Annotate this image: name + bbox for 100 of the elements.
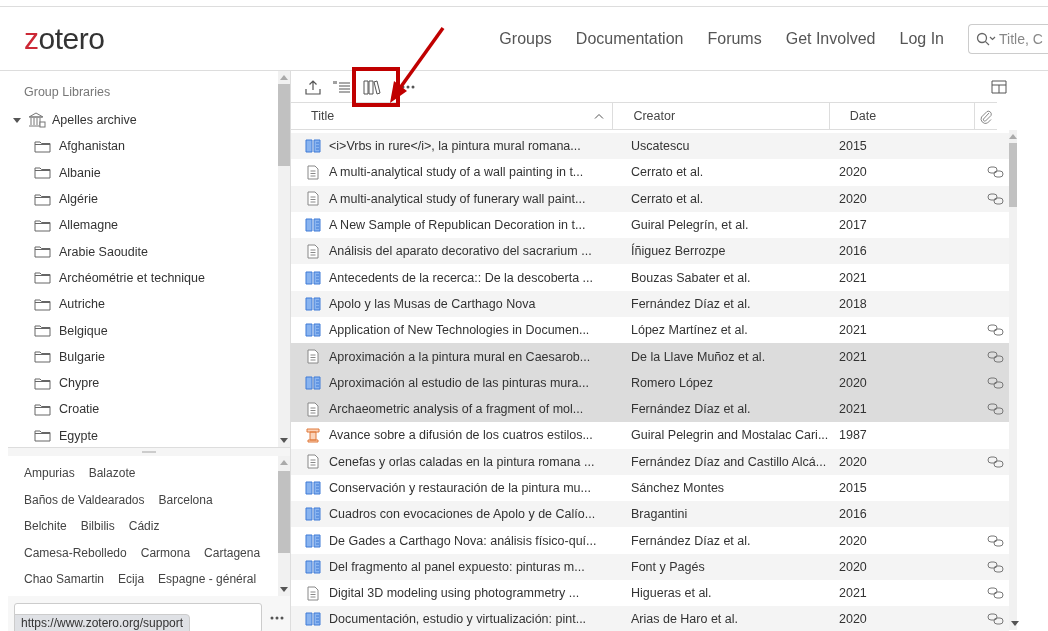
date-cell-text: 2020 <box>839 454 868 469</box>
scrollbar-thumb[interactable] <box>1009 143 1017 207</box>
item-row[interactable]: Archaeometric analysis of a fragment of mol... Fernández Díaz et al. 2021 <box>291 395 1009 423</box>
item-row[interactable]: Digital 3D modeling using photogrammetry ... Higueras et al. 2021 <box>291 580 1009 607</box>
resize-handle[interactable] <box>8 447 290 456</box>
search-field[interactable]: Title, C <box>968 23 1048 54</box>
creator-cell-text: Bragantini <box>630 507 689 522</box>
link-icon <box>987 192 1004 205</box>
library-books-icon[interactable] <box>363 78 381 95</box>
folder-icon <box>34 324 51 337</box>
folder-icon <box>34 192 51 206</box>
tag[interactable]: Cádiz <box>128 519 160 534</box>
collection-item[interactable]: Bulgarie <box>8 343 278 370</box>
tag[interactable]: Cartagena <box>204 545 261 560</box>
collection-item[interactable]: Arabie Saoudite <box>8 238 278 265</box>
tag[interactable]: Carmona <box>140 545 191 560</box>
collection-item[interactable]: Albanie <box>8 159 278 186</box>
creator-cell-text: Arias de Haro et al. <box>630 612 739 627</box>
scroll-down-icon[interactable] <box>280 438 288 443</box>
citation-list-icon[interactable] <box>333 78 351 95</box>
item-row[interactable]: A multi-analytical study of a wall painting in t... Cerrato et al. 2020 <box>291 159 1009 186</box>
item-row[interactable]: Cenefas y orlas caladas en la pintura romana ... Fernández Díaz and Castillo Alcá... 2020 <box>291 448 1009 475</box>
tag[interactable]: Ecija <box>118 572 145 587</box>
date-cell-text: 2021 <box>839 323 868 338</box>
tag[interactable]: Ampurias <box>24 466 75 481</box>
item-row[interactable]: Documentación, estudio y virtualización: pint... Arias de Haro et al. 2020 <box>291 606 1009 631</box>
date-cell-text: 2021 <box>839 402 868 417</box>
tag[interactable]: Camesa-Rebolledo <box>24 545 127 560</box>
book-icon <box>305 323 321 338</box>
folder-icon <box>34 429 51 443</box>
scrollbar-thumb[interactable] <box>278 84 290 166</box>
column-header[interactable]: Date <box>829 103 976 129</box>
link-icon <box>987 350 1004 363</box>
tag[interactable]: Belchite <box>24 519 67 534</box>
item-row[interactable]: A New Sample of Republican Decoration in t... Guiral Pelegrín, et al. 2017 <box>291 211 1009 239</box>
title-cell: Digital 3D modeling using photogrammetry ... <box>329 586 580 601</box>
document-icon <box>307 191 319 207</box>
item-row[interactable]: Antecedents de la recerca:: De la descoberta ... Bouzas Sabater et al. 2021 <box>291 264 1009 291</box>
library-item[interactable]: Apelles archive <box>8 107 278 134</box>
item-row[interactable]: De Gades a Carthago Nova: análisis físico-quí... Fernández Díaz et al. 2020 <box>291 527 1009 554</box>
column-header[interactable]: Title <box>291 103 614 129</box>
item-row[interactable]: Análisis del aparato decorativo del sacrarium ... Íñiguez Berrozpe 2016 <box>291 238 1009 265</box>
title-cell: Archaeometric analysis of a fragment of mol... <box>329 402 584 417</box>
collection-item[interactable]: Belgique <box>8 317 278 344</box>
date-cell-text: 2016 <box>839 507 868 522</box>
expanded-triangle-icon[interactable] <box>12 116 22 125</box>
tag[interactable]: Baños de Valdearados <box>24 492 145 507</box>
scroll-down-icon[interactable] <box>1011 621 1019 626</box>
column-layout-icon[interactable] <box>991 79 1007 94</box>
link-icon <box>987 613 1004 626</box>
title-cell: Análisis del aparato decorativo del sacrarium ... <box>329 244 592 259</box>
book-icon <box>305 270 321 285</box>
book-icon <box>305 559 321 574</box>
collection-item[interactable]: Autriche <box>8 291 278 318</box>
collection-item[interactable]: Egypte <box>8 422 278 449</box>
tag[interactable]: Bilbilis <box>80 519 115 534</box>
collection-item[interactable]: Archéométrie et technique <box>8 264 278 292</box>
nav-link[interactable]: Get Involved <box>785 29 876 48</box>
item-row[interactable]: Application of New Technologies in Documen... López Martínez et al. 2021 <box>291 317 1009 344</box>
item-row[interactable]: A multi-analytical study of funerary wall paint... Cerrato et al. 2020 <box>291 185 1009 212</box>
item-row[interactable]: Aproximación a la pintura mural en Caesarob... De la Llave Muñoz et al. 2021 <box>291 343 1009 370</box>
item-row[interactable]: Aproximación al estudio de las pinturas mura... Romero López 2020 <box>291 369 1009 396</box>
creator-cell-text: Fernández Díaz et al. <box>630 533 752 548</box>
book-icon <box>305 507 321 522</box>
tag[interactable]: Chao Samartin <box>24 572 105 587</box>
item-row[interactable]: Conservación y restauración de la pintura mu... Sánchez Montes 2015 <box>291 474 1009 502</box>
collection-item[interactable]: Allemagne <box>8 212 278 239</box>
nav-link[interactable]: Forums <box>707 29 762 48</box>
collection-item[interactable]: Afghanistan <box>8 133 278 160</box>
document-icon <box>307 401 319 417</box>
title-cell: Apolo y las Musas de Carthago Nova <box>329 296 536 311</box>
item-row[interactable]: Cuadros con evocaciones de Apolo y de Calío... Bragantini 2016 <box>291 501 1009 528</box>
scrollbar-thumb[interactable] <box>278 471 290 553</box>
collection-item[interactable]: Chypre <box>8 369 278 397</box>
more-options-icon[interactable] <box>401 84 415 89</box>
tag[interactable]: Espagne - général <box>158 572 257 587</box>
item-row[interactable]: Apolo y las Musas de Carthago Nova Fernández Díaz et al. 2018 <box>291 290 1009 318</box>
nav-link[interactable]: Log In <box>899 29 944 48</box>
item-row[interactable]: Avance sobre a difusión de los cuatros estilos... Guiral Pelegrin and Mostalac Cari... 1987 <box>291 422 1009 449</box>
nav-link[interactable]: Groups <box>499 29 552 48</box>
creator-cell-text: Fernández Díaz and Castillo Alcá... <box>630 454 828 469</box>
title-cell: De Gades a Carthago Nova: análisis físico-quí... <box>329 533 597 548</box>
item-row[interactable]: <i>Vrbs in rure</i>, la pintura mural romana... Uscatescu 2015 <box>291 133 1009 160</box>
book-icon <box>305 375 321 390</box>
creator-cell-text: López Martínez et al. <box>630 323 749 338</box>
collection-item[interactable]: Croatie <box>8 396 278 423</box>
scroll-down-icon[interactable] <box>280 587 288 592</box>
export-icon[interactable] <box>305 78 321 95</box>
creator-cell-text: Guiral Pelegrin and Mostalac Cari... <box>630 428 830 443</box>
book-icon <box>305 296 321 311</box>
folder-icon <box>34 350 51 364</box>
title-cell: Aproximación al estudio de las pinturas mura... <box>329 375 589 390</box>
nav-link[interactable]: Documentation <box>575 29 684 48</box>
tag[interactable]: Balazote <box>88 466 136 481</box>
zotero-logo[interactable]: zotero <box>24 21 105 56</box>
more-options-icon[interactable] <box>270 616 284 620</box>
item-row[interactable]: Del fragmento al panel expuesto: pinturas m... Font y Pagés 2020 <box>291 553 1009 581</box>
column-header[interactable]: Creator <box>613 103 830 129</box>
tag[interactable]: Barcelona <box>158 492 213 507</box>
collection-item[interactable]: Algérie <box>8 185 278 213</box>
